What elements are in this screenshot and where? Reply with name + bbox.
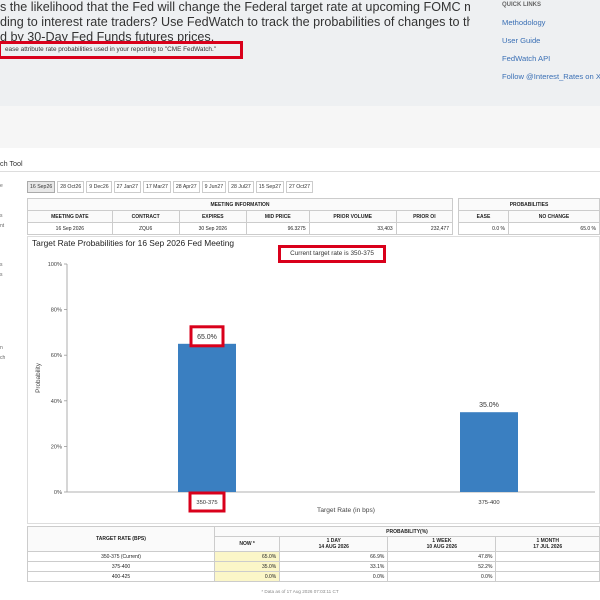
y-tick-label: 0% [54, 490, 62, 496]
table-row: 350-375 (Current) 65.0% 66.9% 47.8% [27, 551, 600, 562]
probability-chart: 0% 20% 40% 60% 80% 100% Probability Target Rate… [35, 262, 595, 514]
x-tick-label: 375-400 [478, 500, 499, 506]
table-row: 400-425 0.0% 0.0% 0.0% [27, 571, 600, 582]
bar [178, 343, 236, 492]
x-axis-label: Target Rate (in bps) [317, 507, 375, 514]
rate-cell: 350-375 (Current) [27, 551, 215, 562]
y-tick-label: 100% [48, 262, 62, 268]
value-cell: 66.9% [279, 551, 389, 562]
value-cell: 0.0% [387, 571, 497, 582]
bar [460, 412, 518, 492]
value-cell [495, 551, 600, 562]
target-rate-header: TARGET RATE (BPS) [27, 526, 215, 552]
x-tick-label: 350-375 [196, 500, 217, 506]
y-tick-label: 20% [51, 444, 62, 450]
value-cell: 0.0% [213, 571, 281, 582]
value-cell: 0.0% [279, 571, 389, 582]
y-axis-label: Probability [35, 362, 42, 393]
probability-header: PROBABILITY(%) [214, 526, 600, 537]
col-header-now: NOW * [213, 536, 281, 552]
y-tick-label: 60% [51, 353, 62, 359]
value-cell: 35.0% [213, 561, 281, 572]
value-cell: 65.0% [213, 551, 281, 562]
value-cell: 33.1% [279, 561, 389, 572]
current-target-rate: Current target rate is 350-375 [278, 245, 386, 263]
data-label: 65.0% [197, 334, 217, 341]
data-label: 35.0% [479, 402, 499, 409]
col-header-1week: 1 WEEK 10 AUG 2026 [387, 536, 497, 552]
table-row: 375-400 35.0% 33.1% 52.2% [27, 561, 600, 572]
rate-cell: 375-400 [27, 561, 215, 572]
value-cell [495, 571, 600, 582]
col-header-1month: 1 MONTH 17 JUL 2026 [495, 536, 600, 552]
probability-history-table: TARGET RATE (BPS) PROBABILITY(%) NOW * 1… [27, 526, 600, 582]
value-cell: 47.8% [387, 551, 497, 562]
value-cell: 52.2% [387, 561, 497, 572]
data-timestamp-note: * Data as of 17 Aug 2026 07:03:11 CT [261, 589, 339, 594]
y-tick-label: 40% [51, 399, 62, 405]
y-tick-label: 80% [51, 308, 62, 314]
value-cell [495, 561, 600, 572]
rate-cell: 400-425 [27, 571, 215, 582]
col-header-1day: 1 DAY 14 AUG 2026 [279, 536, 389, 552]
